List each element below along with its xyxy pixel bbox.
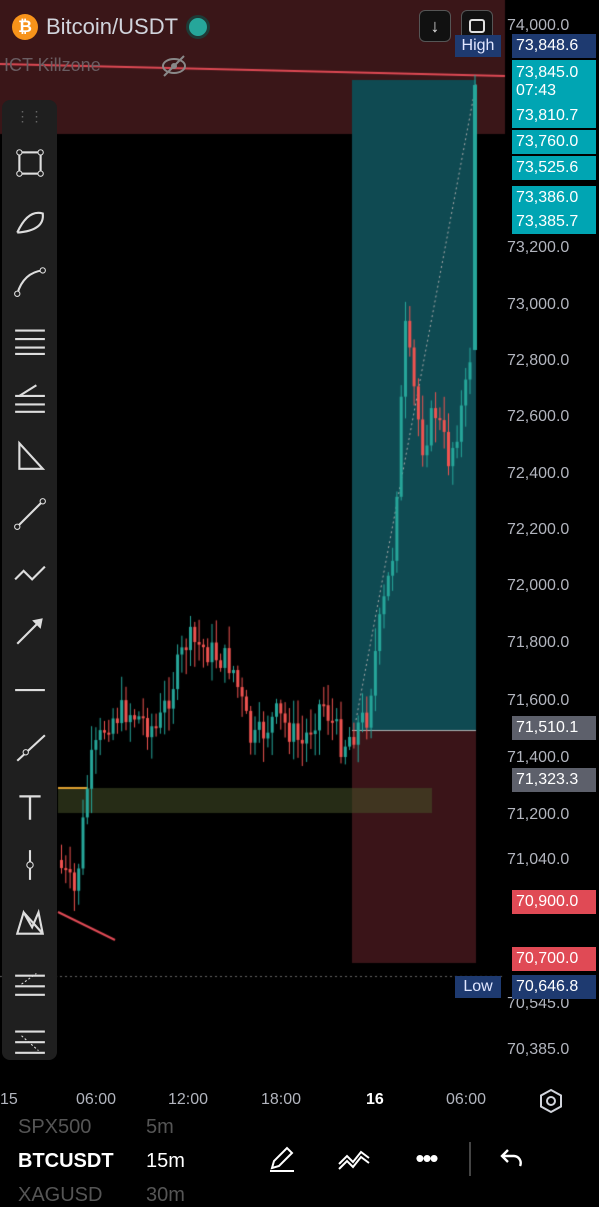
watchlist-symbol[interactable]: BTCUSDT xyxy=(18,1150,114,1173)
price-tag: 71,510.1 xyxy=(512,716,596,740)
toolbar-drag-handle[interactable]: ⋮⋮ xyxy=(2,100,57,132)
price-tag-value: 70,900.0 xyxy=(516,893,579,910)
extreme-label: Low xyxy=(455,976,501,998)
price-tag: 71,323.3 xyxy=(512,768,596,792)
price-axis-label: 71,200.0 xyxy=(507,806,570,823)
eye-hidden-icon[interactable] xyxy=(160,52,188,80)
watchlist-symbol[interactable]: XAGUSD xyxy=(18,1184,102,1207)
horizontal-line-icon[interactable] xyxy=(2,667,57,713)
curve-icon[interactable] xyxy=(2,258,57,304)
price-tag: 70,700.0 xyxy=(512,947,596,971)
time-axis-label: 18:00 xyxy=(261,1091,302,1108)
long-short-icon[interactable] xyxy=(2,1017,57,1063)
bitcoin-icon: ₿ xyxy=(12,14,38,40)
price-tag-value: 71,510.1 xyxy=(516,719,579,736)
pencil-icon[interactable] xyxy=(262,1138,302,1178)
indicator-label[interactable]: ICT Killzone xyxy=(4,55,101,76)
price-tag-value: 73,525.6 xyxy=(516,159,579,176)
price-axis-label: 73,000.0 xyxy=(507,296,570,313)
price-axis-label: 71,800.0 xyxy=(507,634,570,651)
polyline-icon[interactable] xyxy=(2,550,57,596)
price-tag: 73,848.6 xyxy=(512,34,596,58)
triangle-icon[interactable] xyxy=(2,433,57,479)
price-tag: 73,386.0 xyxy=(512,186,596,210)
fib-extension-icon[interactable] xyxy=(2,959,57,1005)
drawing-toolbar: ⋮⋮ xyxy=(2,100,57,1060)
watchlist-interval: 15m xyxy=(146,1150,185,1172)
ray-icon[interactable] xyxy=(2,725,57,771)
price-tag: 73,525.6 xyxy=(512,156,596,180)
price-tag: 70,646.8 xyxy=(512,975,596,999)
fib-retracement-icon[interactable] xyxy=(2,375,57,421)
drawing-tools-icon[interactable] xyxy=(334,1138,374,1178)
price-chart[interactable] xyxy=(0,0,599,1200)
xabcd-pattern-icon[interactable] xyxy=(2,900,57,946)
watchlist-interval: 5m xyxy=(146,1116,174,1138)
price-tag: 73,845.0 07:43 xyxy=(512,60,596,104)
price-axis-label: 71,040.0 xyxy=(507,851,570,868)
settings-icon[interactable] xyxy=(538,1088,564,1114)
price-axis-label: 72,200.0 xyxy=(507,521,570,538)
price-axis-label: 70,385.0 xyxy=(507,1041,570,1058)
price-tag: 73,385.7 xyxy=(512,210,596,234)
price-tag-value: 70,700.0 xyxy=(516,950,579,967)
price-tag-value: 73,848.6 xyxy=(516,37,579,54)
vertical-line-icon[interactable] xyxy=(2,842,57,888)
price-tag: 73,760.0 xyxy=(512,130,596,154)
symbol-header[interactable]: ₿ Bitcoin/USDT xyxy=(12,10,211,44)
price-tag-value: 73,385.7 xyxy=(516,213,579,230)
text-icon[interactable] xyxy=(2,784,57,830)
price-axis-label: 74,000.0 xyxy=(507,17,570,34)
price-axis-label: 72,600.0 xyxy=(507,408,570,425)
arc-icon[interactable] xyxy=(2,199,57,245)
price-tag-value: 71,323.3 xyxy=(516,771,579,788)
time-axis-label: 16 xyxy=(366,1091,384,1108)
divider xyxy=(469,1142,471,1176)
price-axis-label: 71,600.0 xyxy=(507,692,570,709)
price-tag: 73,810.7 xyxy=(512,104,596,128)
arrow-icon[interactable] xyxy=(2,608,57,654)
extreme-label: High xyxy=(455,35,501,57)
price-axis-label: 72,400.0 xyxy=(507,465,570,482)
rectangle-icon[interactable] xyxy=(2,140,57,186)
price-tag: 70,900.0 xyxy=(512,890,596,914)
price-axis-label: 71,400.0 xyxy=(507,749,570,766)
price-tag-value: 70,646.8 xyxy=(516,978,579,995)
time-axis-label: 06:00 xyxy=(446,1091,487,1108)
price-axis-label: 72,000.0 xyxy=(507,577,570,594)
time-axis-label: 15 xyxy=(0,1091,18,1108)
download-icon[interactable]: ↓ xyxy=(419,10,451,42)
price-axis-label: 72,800.0 xyxy=(507,352,570,369)
price-axis-label: 73,200.0 xyxy=(507,239,570,256)
symbol-label: Bitcoin/USDT xyxy=(46,14,179,39)
trend-line-icon[interactable] xyxy=(2,491,57,537)
countdown-label: 07:43 xyxy=(516,82,557,99)
price-tag-value: 73,386.0 xyxy=(516,189,579,206)
market-open-indicator xyxy=(186,15,211,39)
time-axis-label: 12:00 xyxy=(168,1091,209,1108)
price-tag-value: 73,760.0 xyxy=(516,133,579,150)
horizontal-lines-icon[interactable] xyxy=(2,316,57,362)
more-icon[interactable]: ••• xyxy=(406,1138,446,1178)
price-tag-value: 73,845.0 xyxy=(516,64,579,81)
watchlist-interval: 30m xyxy=(146,1184,185,1206)
watchlist-symbol[interactable]: SPX500 xyxy=(18,1116,91,1139)
price-tag-value: 73,810.7 xyxy=(516,107,579,124)
time-axis-label: 06:00 xyxy=(76,1091,117,1108)
undo-icon[interactable] xyxy=(492,1138,532,1178)
